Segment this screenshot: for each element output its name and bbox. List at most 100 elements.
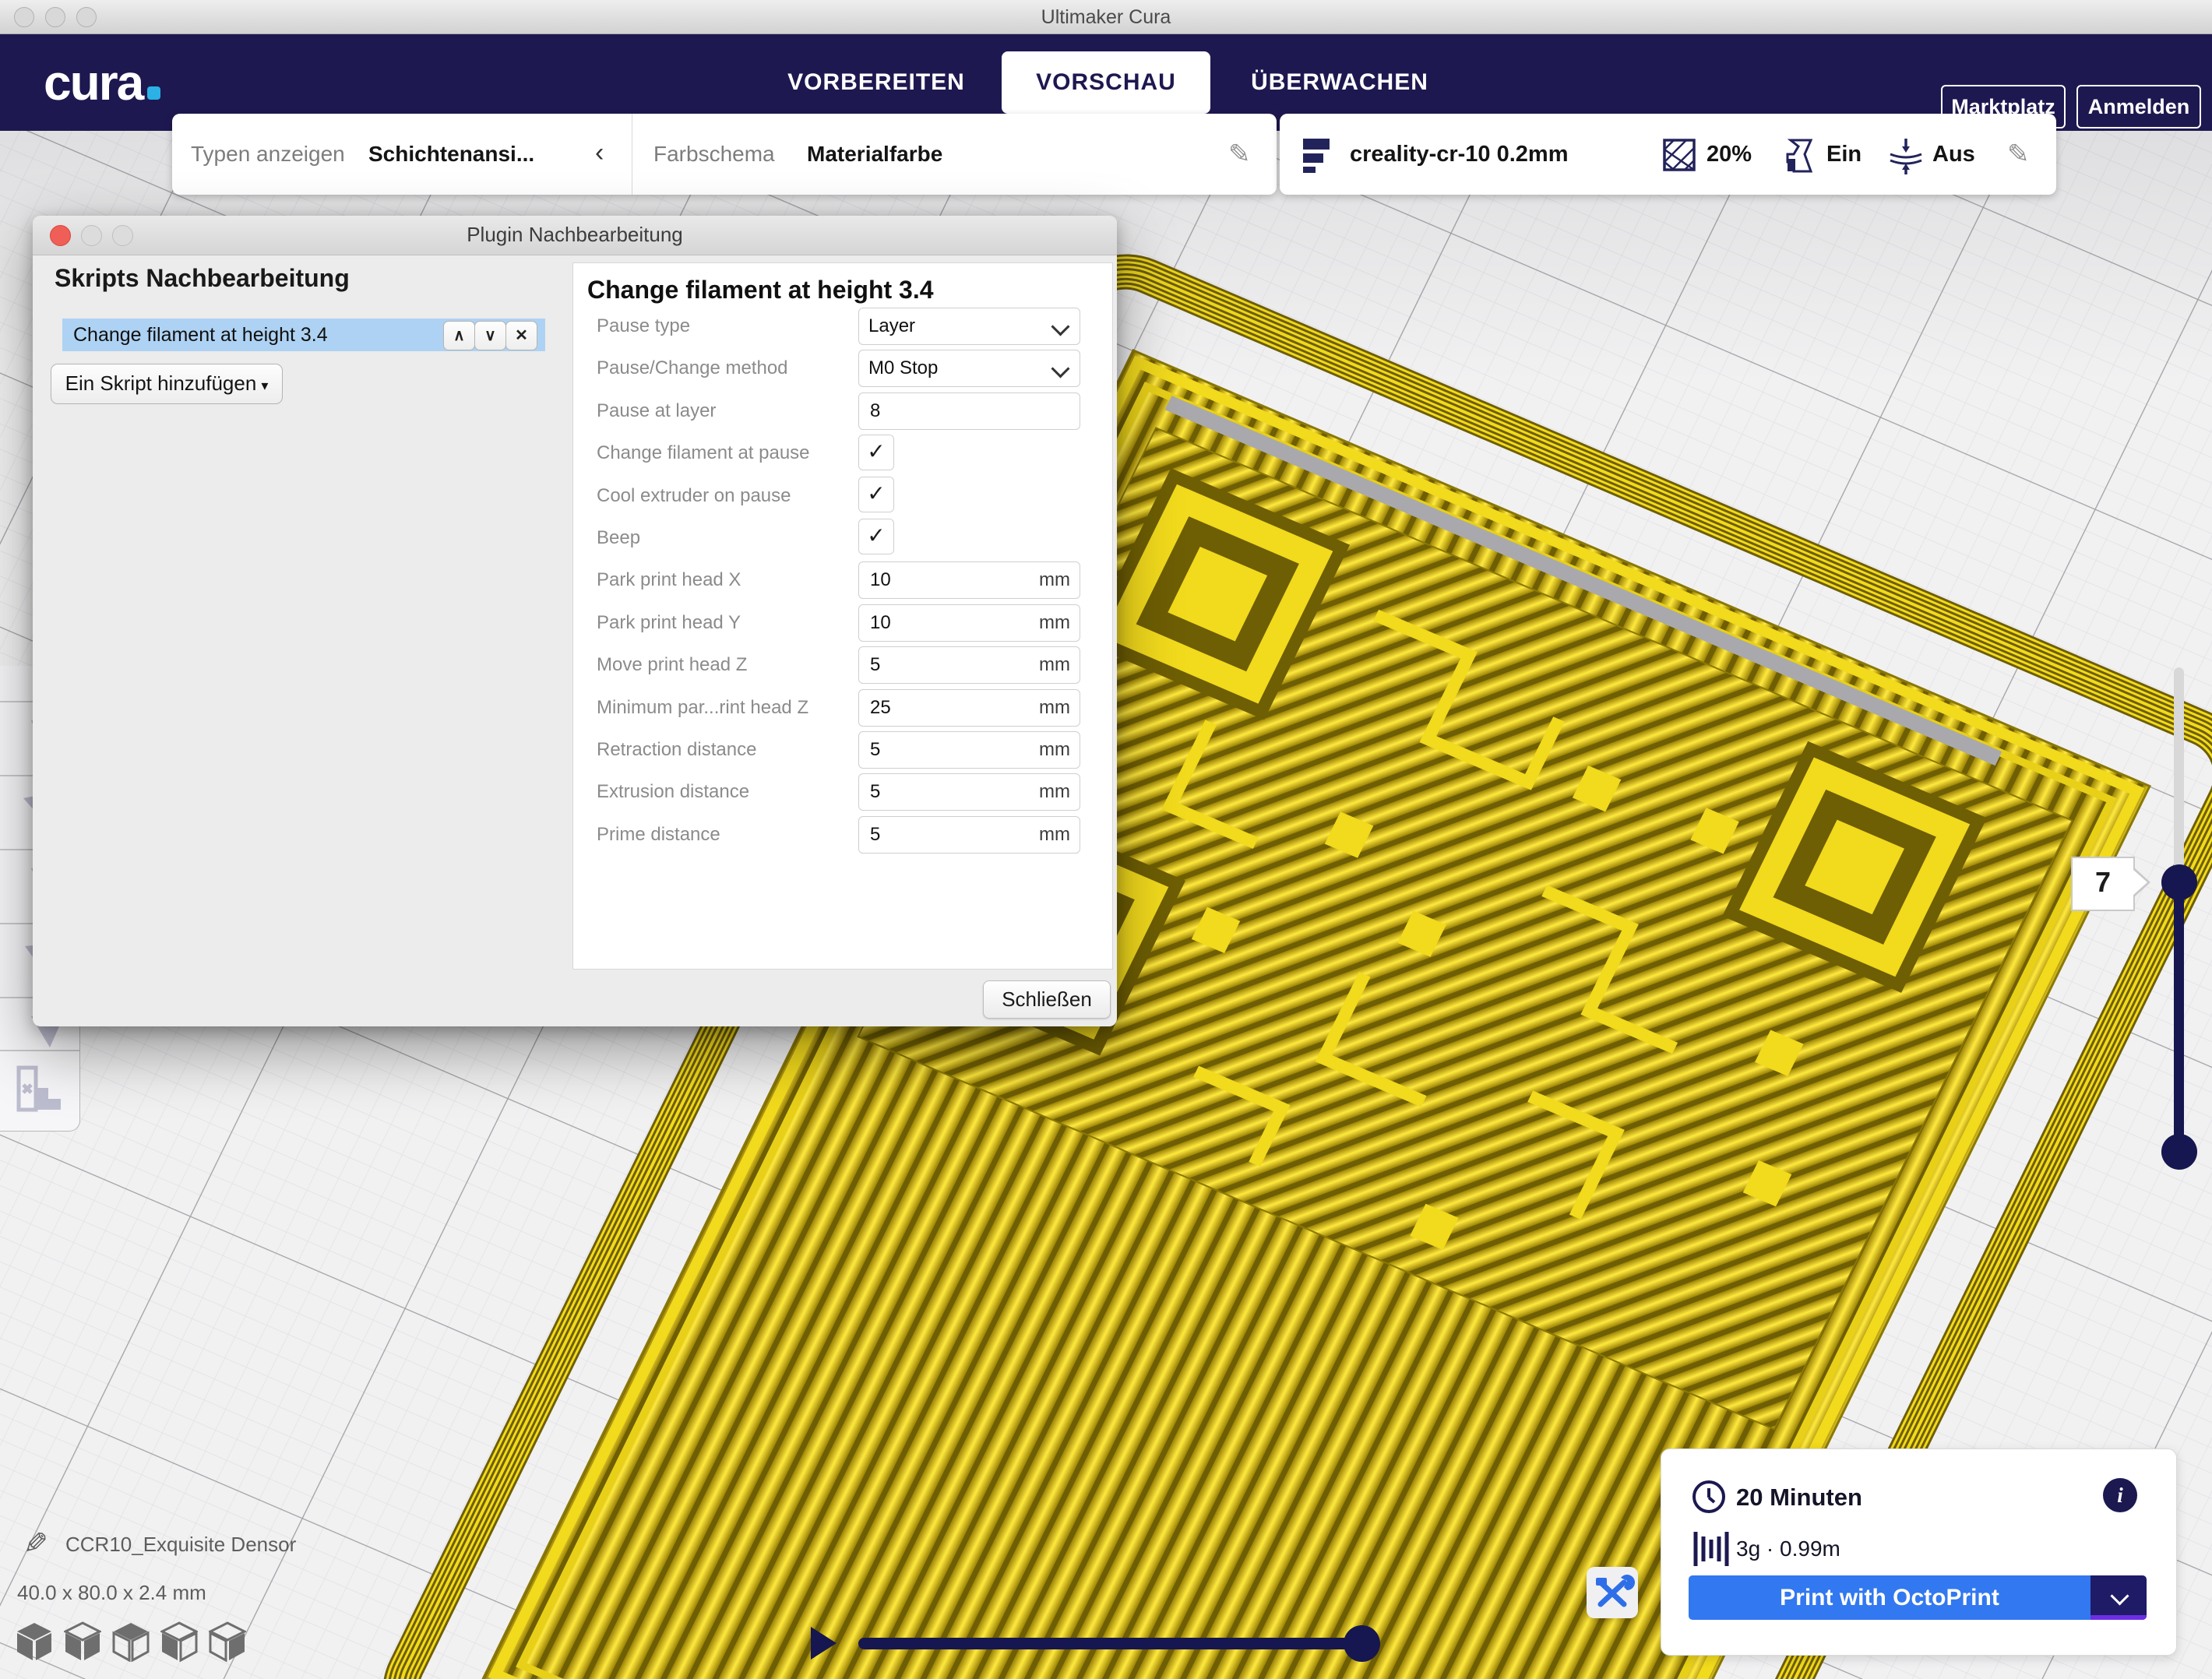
- prime-field[interactable]: mm: [858, 816, 1080, 854]
- extrusion-field[interactable]: mm: [858, 773, 1080, 811]
- prime-input[interactable]: [868, 818, 1020, 851]
- chevron-left-icon[interactable]: ‹: [595, 114, 604, 195]
- park-x-input[interactable]: [868, 564, 1020, 597]
- print-button-dropdown[interactable]: [2090, 1575, 2147, 1620]
- setting-label: Park print head X: [597, 569, 854, 591]
- info-icon[interactable]: i: [2103, 1478, 2137, 1512]
- print-time: 20 Minuten: [1736, 1484, 1862, 1512]
- object-dimensions: 40.0 x 80.0 x 2.4 mm: [17, 1581, 206, 1605]
- script-list-item[interactable]: Change filament at height 3.4 ∧ ∨ ✕: [62, 319, 545, 351]
- infill-icon: [1663, 139, 1696, 171]
- macos-title-bar[interactable]: Ultimaker Cura: [0, 0, 2212, 34]
- support-blocker-icon[interactable]: [16, 1065, 64, 1113]
- object-name: CCR10_Exquisite Densor: [65, 1533, 296, 1557]
- filament-icon: [1692, 1530, 1731, 1568]
- layer-slider-lower-handle[interactable]: [2161, 1134, 2197, 1170]
- printer-settings-bar[interactable]: creality-cr-10 0.2mm 20% Ein Aus ✎: [1280, 114, 2056, 195]
- setting-label: Change filament at pause: [597, 442, 854, 464]
- path-slider-track[interactable]: [858, 1638, 1361, 1649]
- setting-label: Prime distance: [597, 824, 854, 846]
- setting-label: Minimum par...rint head Z: [597, 697, 854, 719]
- layer-slider-upper-handle[interactable]: [2161, 864, 2197, 900]
- print-with-octoprint-button[interactable]: Print with OctoPrint: [1689, 1575, 2147, 1620]
- infill-value: 20%: [1707, 114, 1752, 195]
- logo-dot-icon: [147, 86, 160, 100]
- setting-label: Move print head Z: [597, 654, 854, 676]
- setting-label: Park print head Y: [597, 612, 854, 634]
- layer-slider-range[interactable]: [2174, 880, 2184, 1154]
- scripts-heading: Skripts Nachbearbeitung: [55, 264, 350, 293]
- view-type-value[interactable]: Schichtenansi...: [368, 114, 534, 195]
- edit-view-pencil-icon[interactable]: ✎: [1228, 114, 1251, 195]
- tools-icon: [1587, 1567, 1638, 1618]
- cura-logo: cura: [44, 54, 160, 111]
- add-script-dropdown[interactable]: Ein Skript hinzufügen▾: [51, 364, 283, 404]
- move-z-input[interactable]: [868, 649, 1020, 681]
- support-value: Ein: [1826, 114, 1862, 195]
- print-button-label[interactable]: Print with OctoPrint: [1689, 1575, 2090, 1620]
- setting-label: Pause/Change method: [597, 357, 854, 379]
- layer-number-badge: 7: [2071, 857, 2135, 911]
- color-scheme-label: Farbschema: [653, 114, 775, 195]
- clock-icon: [1691, 1479, 1727, 1515]
- view-front-icon[interactable]: [64, 1621, 101, 1662]
- retraction-field[interactable]: mm: [858, 731, 1080, 769]
- play-button[interactable]: [811, 1627, 837, 1660]
- view-top-icon[interactable]: [112, 1621, 150, 1662]
- view-type-label: Typen anzeigen: [191, 114, 345, 195]
- dropdown-accent: [2090, 1615, 2147, 1620]
- layer-slider-track[interactable]: [2174, 667, 2184, 893]
- dialog-title: Plugin Nachbearbeitung: [33, 223, 1117, 247]
- pause-type-select[interactable]: Layer: [858, 308, 1080, 345]
- window-title: Ultimaker Cura: [0, 6, 2212, 29]
- pause-method-select[interactable]: M0 Stop: [858, 350, 1080, 387]
- change-filament-checkbox[interactable]: ✓: [858, 435, 894, 470]
- rename-pencil-icon[interactable]: ✎: [23, 1526, 48, 1561]
- signin-button[interactable]: Anmelden: [2076, 85, 2201, 128]
- chevron-down-icon: [1051, 317, 1069, 336]
- adhesion-icon: [1889, 139, 1923, 174]
- script-settings-panel: Change filament at height 3.4 Pause type…: [572, 262, 1113, 970]
- settings-heading: Change filament at height 3.4: [587, 276, 934, 304]
- min-z-input[interactable]: [868, 692, 1020, 724]
- view-3d-icon[interactable]: [16, 1621, 53, 1662]
- chevron-down-icon: [1051, 359, 1069, 378]
- color-scheme-value[interactable]: Materialfarbe: [807, 114, 942, 195]
- move-script-down-button[interactable]: ∨: [474, 321, 506, 350]
- setting-label: Extrusion distance: [597, 781, 854, 803]
- move-script-up-button[interactable]: ∧: [443, 321, 475, 350]
- path-slider-handle[interactable]: [1344, 1625, 1380, 1662]
- extrusion-input[interactable]: [868, 776, 1020, 808]
- view-options-bar: Typen anzeigen Schichtenansi... ‹ Farbsc…: [172, 114, 1277, 195]
- move-z-field[interactable]: mm: [858, 646, 1080, 684]
- close-dialog-button[interactable]: Schließen: [983, 980, 1111, 1019]
- cool-extruder-checkbox[interactable]: ✓: [858, 477, 894, 512]
- retraction-input[interactable]: [868, 734, 1020, 766]
- setting-label: Beep: [597, 527, 854, 549]
- pause-at-layer-field[interactable]: [858, 392, 1080, 430]
- beep-checkbox[interactable]: ✓: [858, 519, 894, 554]
- pause-at-layer-input[interactable]: [868, 395, 1020, 428]
- remove-script-button[interactable]: ✕: [505, 321, 537, 350]
- setting-label: Retraction distance: [597, 739, 854, 761]
- chevron-down-icon: [2110, 1586, 2129, 1605]
- view-left-icon[interactable]: [160, 1621, 198, 1662]
- dialog-title-bar[interactable]: Plugin Nachbearbeitung: [33, 216, 1117, 255]
- print-settings-tools-button[interactable]: [1587, 1567, 1638, 1618]
- material-usage: 3g · 0.99m: [1736, 1536, 1840, 1561]
- edit-print-settings-pencil-icon[interactable]: ✎: [2007, 114, 2030, 195]
- park-y-field[interactable]: mm: [858, 604, 1080, 642]
- park-x-field[interactable]: mm: [858, 561, 1080, 599]
- app-window: 7 ✎ CCR10_Exquisite Densor 40.0 x 80.0 x…: [0, 0, 2212, 1679]
- setting-label: Cool extruder on pause: [597, 485, 854, 507]
- view-right-icon[interactable]: [209, 1621, 246, 1662]
- support-icon: [1784, 139, 1816, 173]
- script-name[interactable]: Change filament at height 3.4: [73, 319, 328, 351]
- park-y-input[interactable]: [868, 607, 1020, 639]
- printer-preset[interactable]: creality-cr-10 0.2mm: [1350, 114, 1569, 195]
- caret-down-icon: ▾: [261, 378, 268, 393]
- setting-label: Pause type: [597, 315, 854, 337]
- adhesion-value: Aus: [1932, 114, 1975, 195]
- post-processing-dialog: Plugin Nachbearbeitung Skripts Nachbearb…: [33, 216, 1117, 1026]
- min-z-field[interactable]: mm: [858, 689, 1080, 727]
